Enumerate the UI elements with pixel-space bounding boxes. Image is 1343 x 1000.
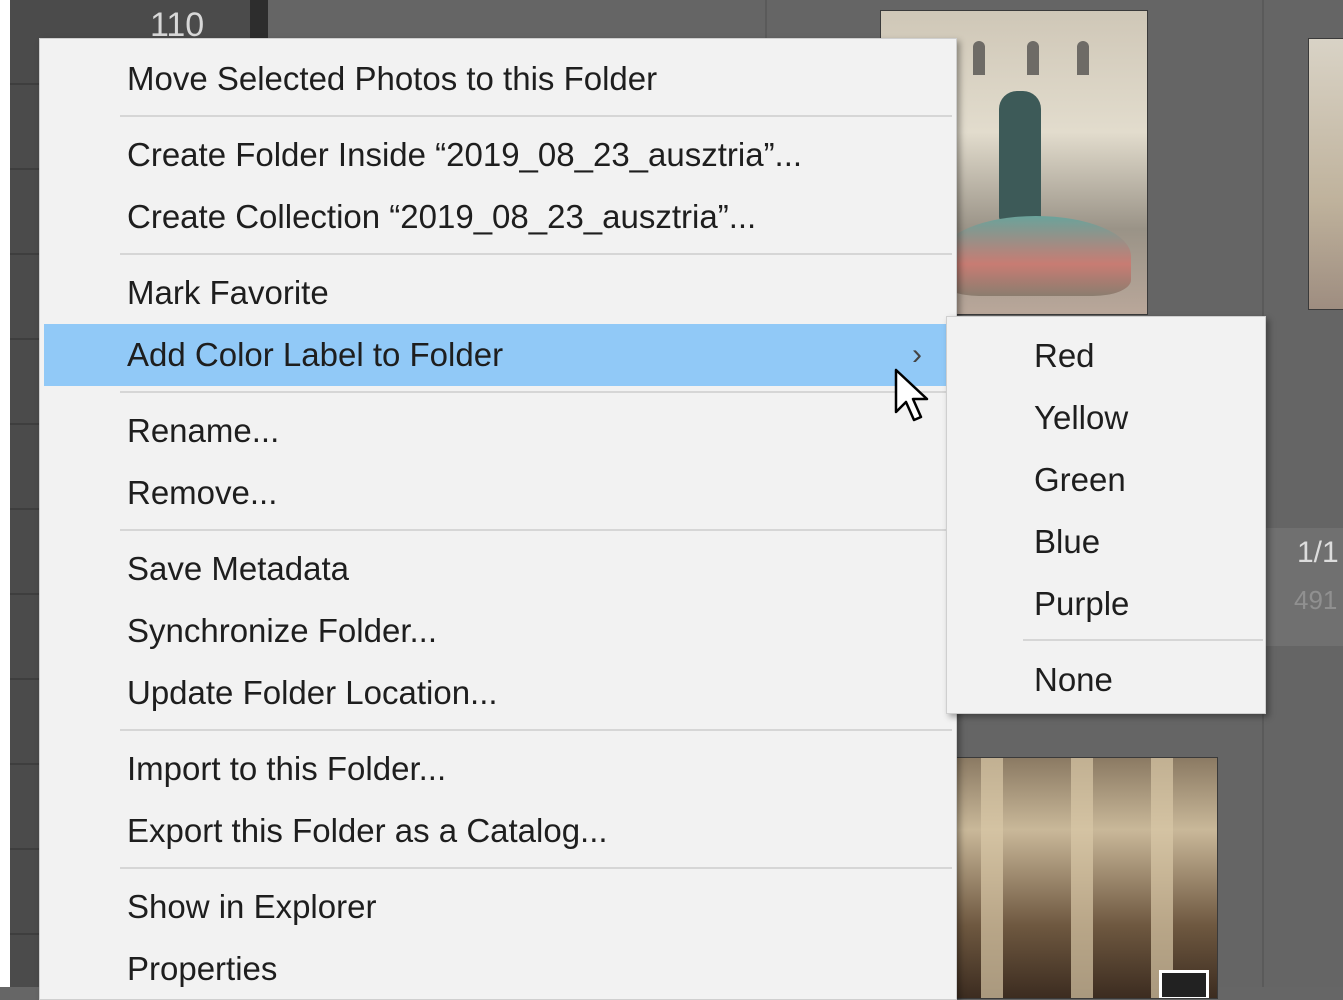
photo-number: 491 (1294, 585, 1338, 615)
menu-item-label: Add Color Label to Folder (127, 336, 504, 373)
menu-item-label: Rename... (127, 412, 280, 449)
submenu-separator (1023, 639, 1263, 641)
menu-item-label: Create Folder Inside “2019_08_23_ausztri… (127, 136, 803, 173)
submenu-item-none[interactable]: None (947, 649, 1265, 711)
menu-item-label: Update Folder Location... (127, 674, 498, 711)
menu-item-label: Properties (127, 950, 278, 987)
photo-thumbnail[interactable] (1308, 38, 1343, 310)
menu-item-label: Remove... (127, 474, 278, 511)
menu-item-label: Synchronize Folder... (127, 612, 437, 649)
mouse-pointer-icon (894, 368, 929, 422)
menu-separator (120, 729, 952, 731)
menu-separator (120, 253, 952, 255)
submenu-item-red[interactable]: Red (947, 325, 1265, 387)
thumbnail-detail (1077, 41, 1089, 75)
menu-item-export-as-catalog[interactable]: Export this Folder as a Catalog... (44, 800, 952, 862)
thumbnail-detail (981, 758, 1003, 998)
menu-item-rename[interactable]: Rename... (44, 400, 952, 462)
submenu-item-label: Yellow (1034, 399, 1129, 436)
menu-separator (120, 391, 952, 393)
menu-item-create-folder-inside[interactable]: Create Folder Inside “2019_08_23_ausztri… (44, 124, 952, 186)
submenu-item-purple[interactable]: Purple (947, 573, 1265, 635)
menu-item-update-folder-location[interactable]: Update Folder Location... (44, 662, 952, 724)
folder-context-menu: Move Selected Photos to this Folder Crea… (39, 38, 957, 1000)
menu-item-synchronize-folder[interactable]: Synchronize Folder... (44, 600, 952, 662)
submenu-item-label: Green (1034, 461, 1126, 498)
submenu-item-green[interactable]: Green (947, 449, 1265, 511)
thumbnail-detail (1071, 758, 1093, 998)
menu-separator (120, 529, 952, 531)
thumbnail-detail (1027, 41, 1039, 75)
photo-index: 1/1 (1297, 536, 1339, 569)
menu-separator (120, 867, 952, 869)
menu-item-show-in-explorer[interactable]: Show in Explorer (44, 876, 952, 938)
submenu-item-label: Red (1034, 337, 1095, 374)
thumbnail-detail (1151, 758, 1173, 998)
photo-thumbnail-church[interactable] (950, 757, 1218, 999)
menu-separator (120, 115, 952, 117)
menu-item-label: Export this Folder as a Catalog... (127, 812, 608, 849)
menu-item-save-metadata[interactable]: Save Metadata (44, 538, 952, 600)
menu-item-label: Show in Explorer (127, 888, 377, 925)
submenu-item-yellow[interactable]: Yellow (947, 387, 1265, 449)
submenu-item-blue[interactable]: Blue (947, 511, 1265, 573)
menu-item-move-selected-photos[interactable]: Move Selected Photos to this Folder (44, 48, 952, 110)
menu-item-label: Mark Favorite (127, 274, 329, 311)
menu-item-label: Save Metadata (127, 550, 349, 587)
menu-item-mark-favorite[interactable]: Mark Favorite (44, 262, 952, 324)
menu-item-label: Move Selected Photos to this Folder (127, 60, 658, 97)
submenu-item-label: Blue (1034, 523, 1101, 560)
window-edge (0, 0, 10, 987)
color-label-submenu: Red Yellow Green Blue Purple None (946, 316, 1266, 714)
menu-item-remove[interactable]: Remove... (44, 462, 952, 524)
submenu-item-label: None (1034, 661, 1113, 698)
thumbnail-detail (999, 91, 1041, 221)
menu-item-properties[interactable]: Properties (44, 938, 952, 1000)
menu-item-import-to-folder[interactable]: Import to this Folder... (44, 738, 952, 800)
submenu-item-label: Purple (1034, 585, 1130, 622)
menu-item-add-color-label[interactable]: Add Color Label to Folder › (44, 324, 952, 386)
thumbnail-detail (973, 41, 985, 75)
thumbnail-detail (941, 216, 1131, 296)
menu-item-label: Import to this Folder... (127, 750, 447, 787)
menu-item-label: Create Collection “2019_08_23_ausztria”.… (127, 198, 757, 235)
menu-item-create-collection[interactable]: Create Collection “2019_08_23_ausztria”.… (44, 186, 952, 248)
photo-badge-icon (1159, 970, 1209, 998)
